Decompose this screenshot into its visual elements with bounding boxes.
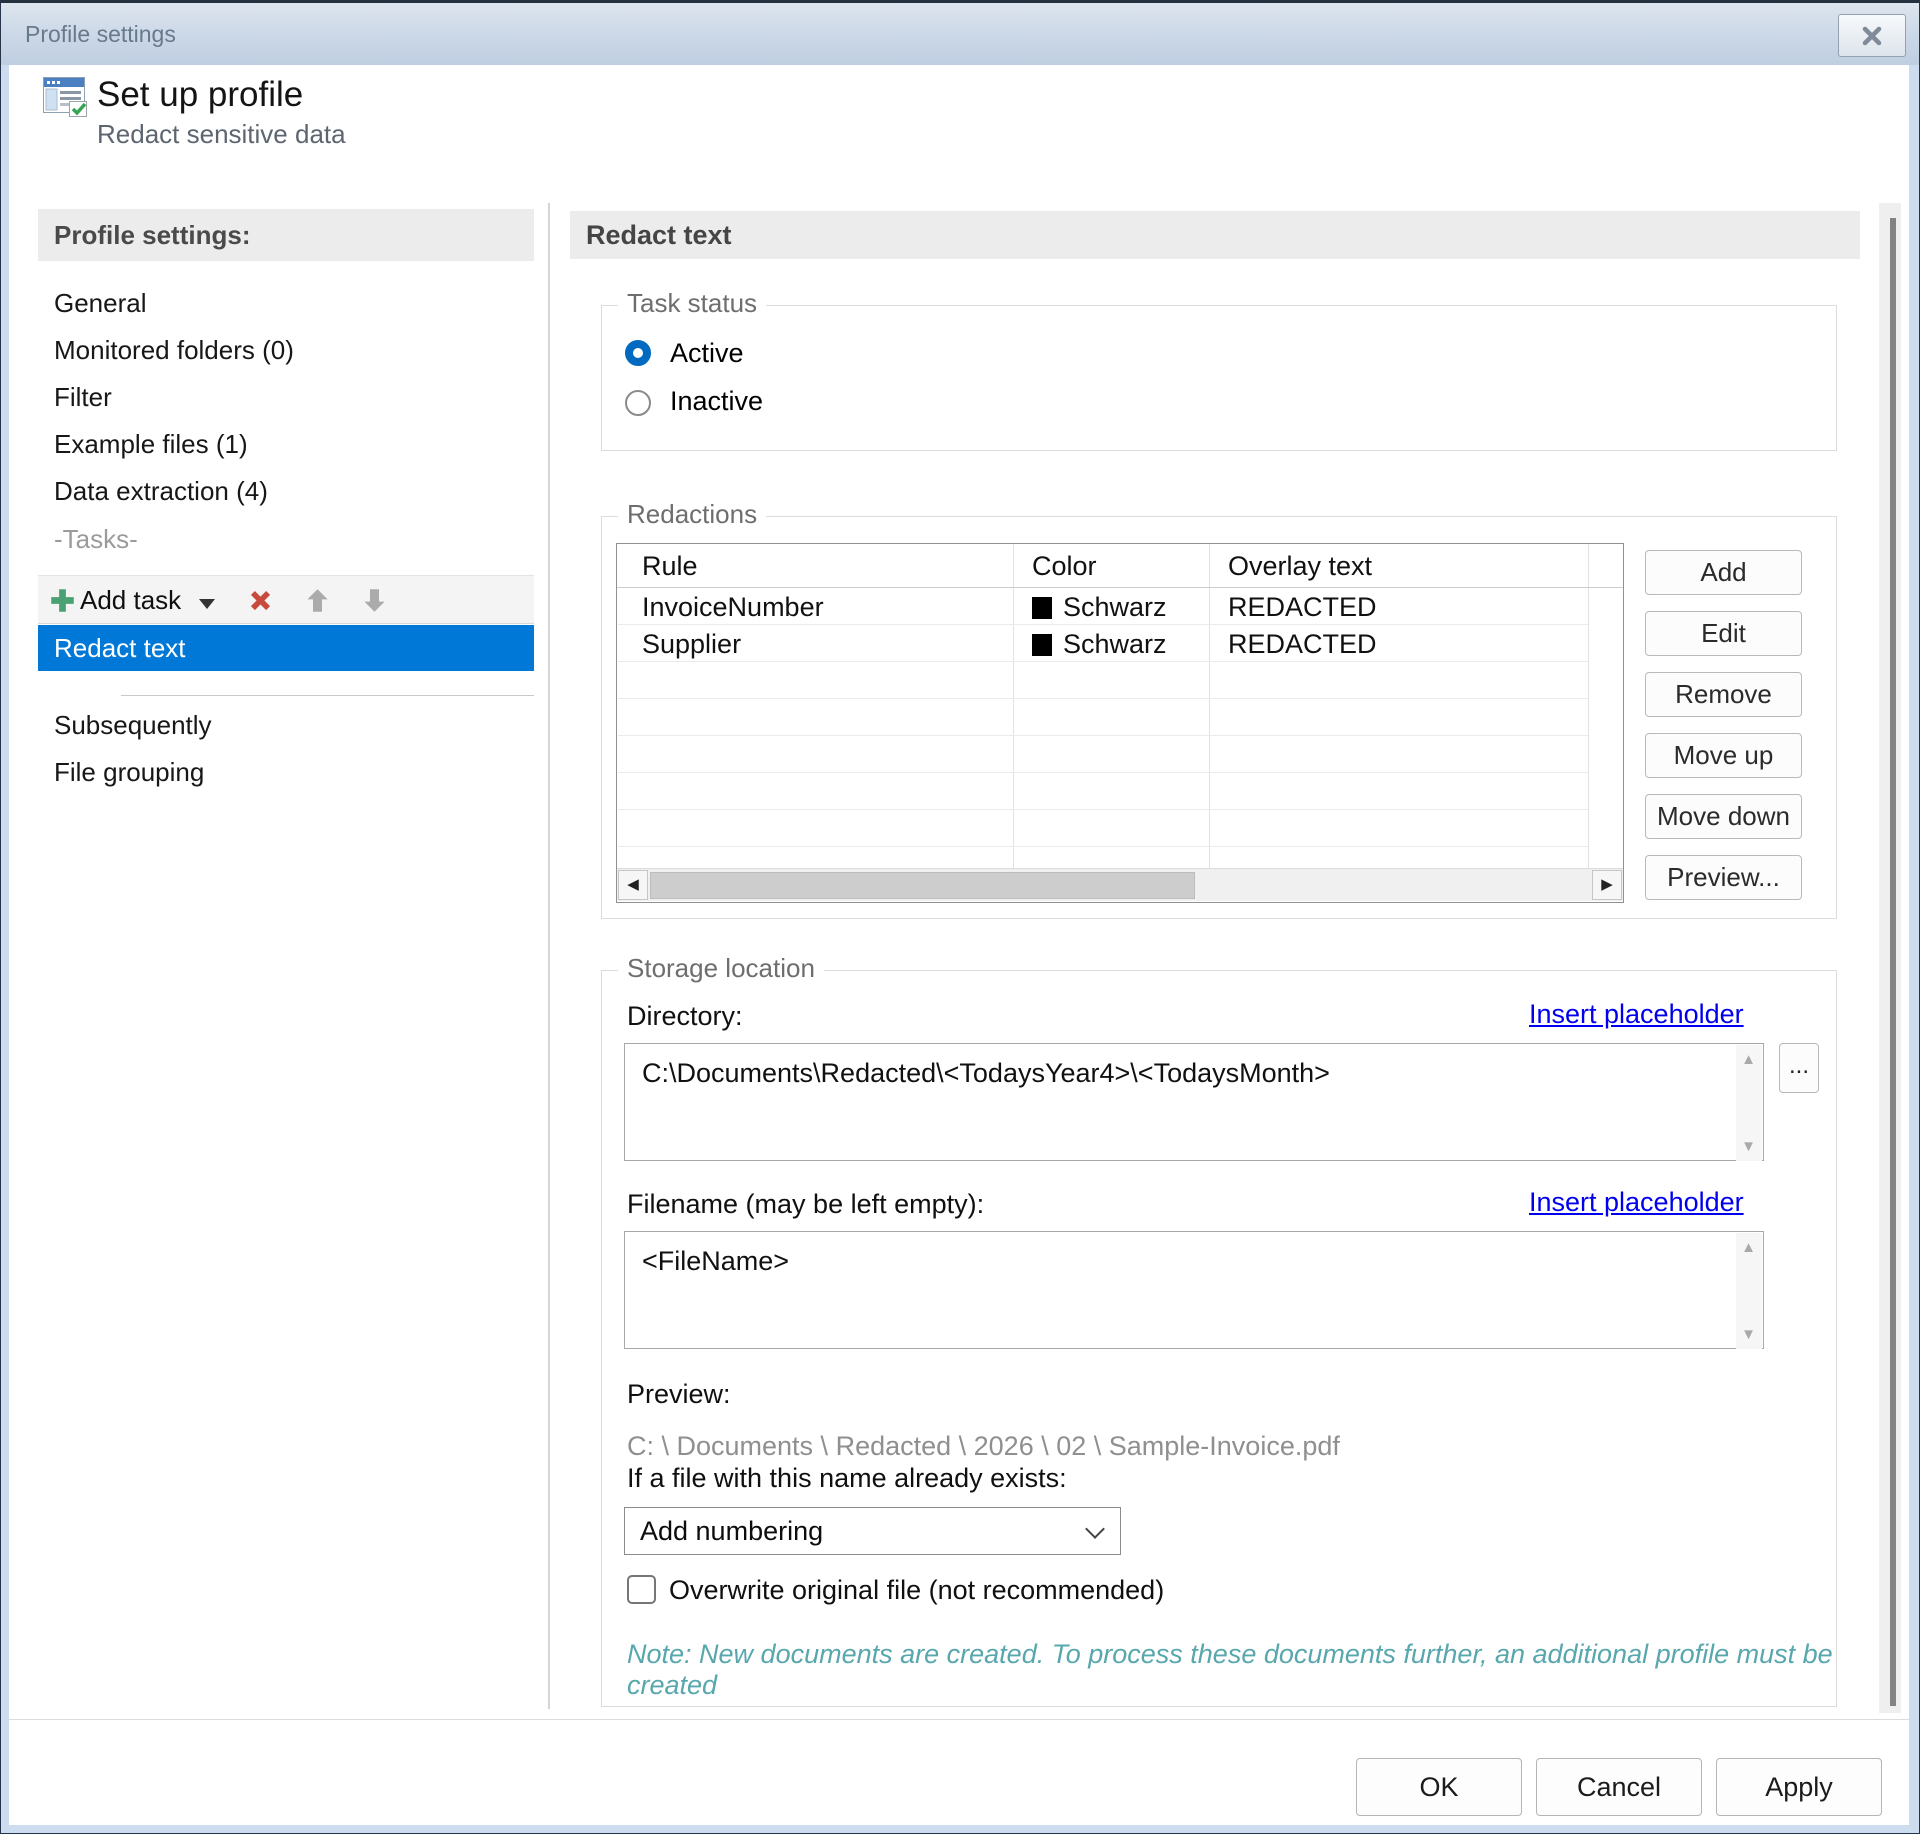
sidebar-item-example-files[interactable]: Example files (1) [38,422,534,466]
ok-button[interactable]: OK [1356,1758,1522,1816]
sidebar-heading: Profile settings: [38,209,534,261]
cell-rule: Supplier [642,629,741,660]
column-divider [1013,544,1014,870]
column-header-rule[interactable]: Rule [642,551,698,582]
move-up-button[interactable]: Move up [1645,733,1802,778]
add-task-plus-icon[interactable] [49,587,76,614]
page-title: Set up profile [97,75,303,115]
row-divider [618,846,1588,847]
column-divider [1209,544,1210,870]
cancel-button[interactable]: Cancel [1536,1758,1702,1816]
filename-value: <FileName> [642,1246,789,1277]
preview-label: Preview: [627,1379,731,1410]
directory-value: C:\Documents\Redacted\<TodaysYear4>\<Tod… [642,1058,1330,1089]
sidebar-item-filter[interactable]: Filter [38,375,534,419]
radio-active-label[interactable]: Active [670,338,744,369]
overwrite-checkbox[interactable] [627,1575,656,1604]
radio-inactive-label[interactable]: Inactive [670,386,763,417]
task-status-legend: Task status [618,288,766,319]
exists-dropdown[interactable]: Add numbering [624,1507,1121,1555]
textbox-scrollbar[interactable]: ▲ ▼ [1736,1045,1762,1161]
add-button[interactable]: Add [1645,550,1802,595]
cell-color: Schwarz [1063,592,1167,623]
remove-button[interactable]: Remove [1645,672,1802,717]
filename-input[interactable]: <FileName> ▲ ▼ [624,1231,1764,1349]
footer-divider [9,1719,1909,1720]
panel-scrollbar[interactable] [1879,203,1901,1713]
tasks-section-label: -Tasks- [54,524,138,555]
color-swatch-black [1032,597,1052,619]
row-divider [618,698,1588,699]
scrollbar-thumb[interactable] [650,872,1195,899]
redactions-legend: Redactions [618,499,766,530]
panel-divider [548,203,550,1709]
table-horizontal-scrollbar[interactable]: ◀ ▶ [617,868,1623,901]
browse-directory-button[interactable]: ... [1779,1043,1819,1093]
profile-settings-dialog: Profile settings Set up profile Redact s… [0,0,1920,1834]
add-task-dropdown-caret[interactable] [199,599,215,609]
exists-dropdown-value: Add numbering [640,1516,823,1547]
row-divider [618,661,1588,662]
move-down-button[interactable]: Move down [1645,794,1802,839]
column-divider [1588,544,1589,870]
scroll-up-icon[interactable]: ▲ [1741,1239,1756,1256]
cell-overlay: REDACTED [1228,592,1377,623]
cell-overlay: REDACTED [1228,629,1377,660]
insert-placeholder-link-filename[interactable]: Insert placeholder [1529,1187,1744,1218]
filename-label: Filename (may be left empty): [627,1189,984,1220]
preview-button[interactable]: Preview... [1645,855,1802,900]
textbox-scrollbar[interactable]: ▲ ▼ [1736,1233,1762,1349]
directory-input[interactable]: C:\Documents\Redacted\<TodaysYear4>\<Tod… [624,1043,1764,1161]
preview-path: C: \ Documents \ Redacted \ 2026 \ 02 \ … [627,1431,1340,1462]
sidebar-divider [121,695,534,696]
sidebar-item-data-extraction[interactable]: Data extraction (4) [38,469,534,513]
column-header-color[interactable]: Color [1032,551,1097,582]
radio-inactive[interactable] [625,390,651,416]
cell-rule: InvoiceNumber [642,592,824,623]
storage-location-legend: Storage location [618,953,824,984]
close-button[interactable] [1838,14,1906,57]
sidebar-item-subsequently[interactable]: Subsequently [38,703,534,747]
header-divider [617,587,1623,588]
sidebar-item-general[interactable]: General [38,281,534,325]
row-divider [618,624,1588,625]
redactions-table[interactable]: Rule Color Overlay text InvoiceNumber Sc… [616,543,1624,903]
row-divider [618,735,1588,736]
scroll-down-icon[interactable]: ▼ [1741,1138,1756,1155]
scroll-up-icon[interactable]: ▲ [1741,1051,1756,1068]
close-icon [1861,25,1883,47]
move-task-down-icon[interactable] [361,587,388,614]
profile-window-icon [43,77,89,119]
scroll-right-icon[interactable]: ▶ [1592,870,1622,900]
task-status-group: Task status Active Inactive [601,305,1837,451]
sidebar-item-monitored-folders[interactable]: Monitored folders (0) [38,328,534,372]
window-title: Profile settings [25,3,176,65]
chevron-down-icon [1085,1519,1105,1539]
panel-heading: Redact text [570,211,1860,259]
delete-task-icon[interactable] [247,587,274,614]
radio-active[interactable] [625,340,651,366]
page-subtitle: Redact sensitive data [97,119,346,150]
row-divider [618,772,1588,773]
insert-placeholder-link-directory[interactable]: Insert placeholder [1529,999,1744,1030]
edit-button[interactable]: Edit [1645,611,1802,656]
overwrite-checkbox-label[interactable]: Overwrite original file (not recommended… [669,1575,1164,1606]
title-bar: Profile settings [1,3,1919,65]
apply-button[interactable]: Apply [1716,1758,1882,1816]
sidebar-item-file-grouping[interactable]: File grouping [38,750,534,794]
note-text: Note: New documents are created. To proc… [627,1639,1919,1701]
column-header-overlay[interactable]: Overlay text [1228,551,1372,582]
scroll-down-icon[interactable]: ▼ [1741,1326,1756,1343]
color-swatch-black [1032,634,1052,656]
panel-scrollbar-thumb[interactable] [1890,218,1896,1706]
add-task-button[interactable]: Add task [80,581,181,619]
scroll-left-icon[interactable]: ◀ [618,870,648,900]
exists-label: If a file with this name already exists: [627,1463,1067,1494]
row-divider [618,809,1588,810]
sidebar-item-redact-text-selected[interactable]: Redact text [38,625,534,671]
directory-label: Directory: [627,1001,743,1032]
move-task-up-icon[interactable] [304,587,331,614]
cell-color: Schwarz [1063,629,1167,660]
